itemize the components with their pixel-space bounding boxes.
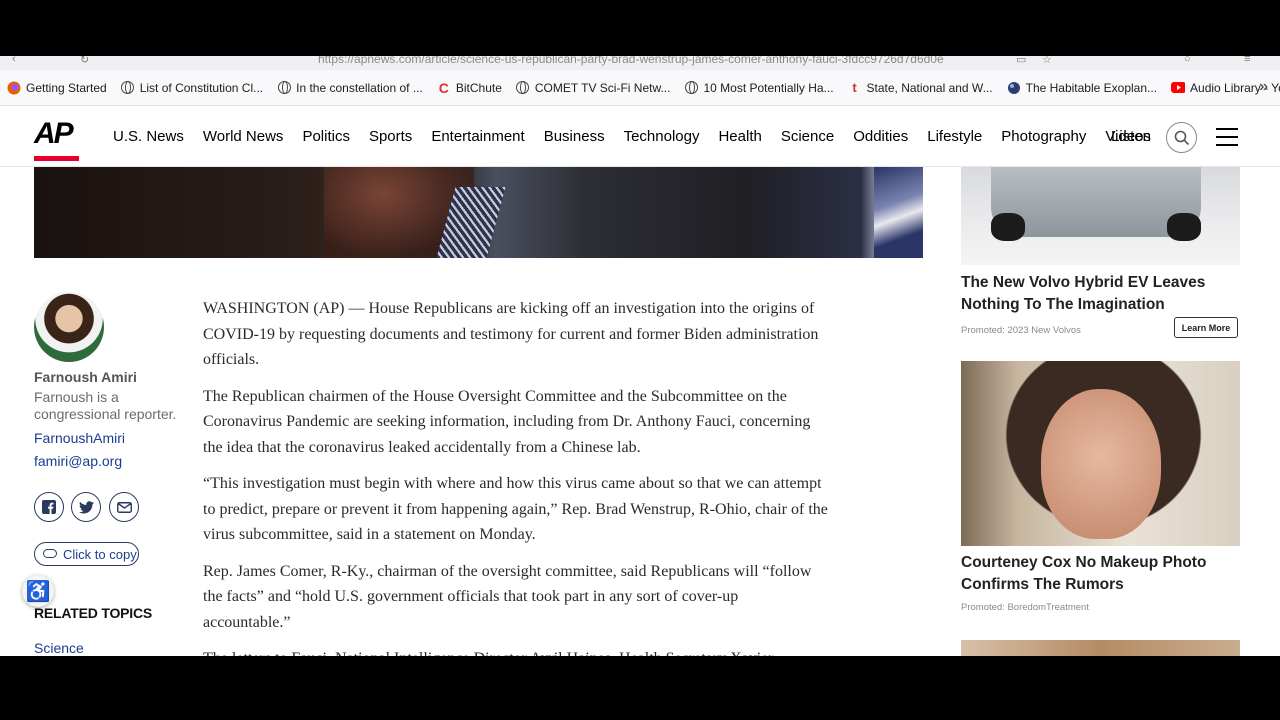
nav-health[interactable]: Health — [718, 128, 761, 145]
share-twitter-button[interactable] — [71, 492, 101, 522]
bookmark-getting-started[interactable]: Getting Started — [7, 81, 107, 95]
reload-icon[interactable]: ↻ — [80, 56, 89, 66]
ad-volvo-title[interactable]: The New Volvo Hybrid EV Leaves Nothing T… — [961, 272, 1231, 316]
article-paragraph: WASHINGTON (AP) — House Republicans are … — [203, 300, 819, 368]
copy-link-label: Click to copy — [63, 546, 137, 562]
globe-icon — [121, 81, 135, 95]
browser-viewport: ‹ ↻ https://apnews.com/article/science-u… — [0, 56, 1280, 656]
bookmark-constellation[interactable]: In the constellation of ... — [277, 81, 423, 95]
article-paragraph: The letters to Fauci, National Intellige… — [203, 646, 828, 656]
nav-us-news[interactable]: U.S. News — [113, 128, 184, 145]
site-header: AP U.S. News World News Politics Sports … — [0, 107, 1280, 167]
bookmark-state-national[interactable]: t State, National and W... — [848, 80, 993, 95]
nav-lifestyle[interactable]: Lifestyle — [927, 128, 982, 145]
nav-science[interactable]: Science — [781, 128, 834, 145]
nav-politics[interactable]: Politics — [302, 128, 350, 145]
hamburger-menu-icon[interactable] — [1216, 128, 1238, 146]
nav-business[interactable]: Business — [544, 128, 605, 145]
facebook-icon — [42, 500, 56, 514]
author-twitter-link[interactable]: FarnoushAmiri — [34, 430, 125, 446]
learn-more-button[interactable]: Learn More — [1174, 317, 1238, 338]
bookmark-constitution[interactable]: List of Constitution Cl... — [121, 81, 263, 95]
search-button[interactable] — [1166, 122, 1197, 153]
t-icon: t — [852, 80, 857, 95]
author-email-link[interactable]: famiri@ap.org — [34, 453, 122, 469]
author-name[interactable]: Farnoush Amiri — [34, 369, 137, 385]
copy-link-button[interactable]: Click to copy — [34, 542, 139, 566]
ad-volvo-promo[interactable]: Promoted: 2023 New Volvos — [961, 325, 1081, 336]
bitchute-icon: C — [438, 79, 449, 96]
bookmark-label: The Habitable Exoplan... — [1025, 80, 1158, 95]
bookmark-habitable[interactable]: The Habitable Exoplan... — [1007, 81, 1157, 95]
youtube-icon — [1171, 81, 1186, 95]
related-topic-science[interactable]: Science — [34, 640, 84, 656]
bookmark-10-most[interactable]: 10 Most Potentially Ha... — [684, 80, 834, 95]
globe-icon — [277, 81, 291, 95]
bookmark-label: List of Constitution Cl... — [139, 80, 264, 95]
logo-underline — [34, 156, 79, 161]
ad-volvo-image[interactable] — [961, 167, 1240, 265]
nav-entertainment[interactable]: Entertainment — [431, 128, 524, 145]
author-bio: Farnoush is a congressional reporter. — [34, 389, 177, 422]
share-facebook-button[interactable] — [34, 492, 64, 522]
logo-text: AP — [34, 117, 74, 150]
bookmark-label: BitChute — [455, 80, 502, 95]
ad-courteney-title[interactable]: Courteney Cox No Makeup Photo Confirms T… — [961, 552, 1231, 596]
bookmark-label: Getting Started — [26, 80, 107, 95]
twitter-icon — [78, 500, 94, 513]
more-bookmarks-icon[interactable]: » — [1259, 78, 1268, 96]
bookmark-comet-tv[interactable]: COMET TV Sci-Fi Netw... — [516, 80, 671, 95]
ad-courteney-image[interactable] — [961, 361, 1240, 546]
article-paragraph: “This investigation must begin with wher… — [203, 475, 828, 543]
bookmark-label: COMET TV Sci-Fi Netw... — [534, 80, 671, 95]
main-nav: U.S. News World News Politics Sports Ent… — [113, 128, 1170, 145]
ad-third-image[interactable] — [961, 640, 1240, 656]
bookmark-label: In the constellation of ... — [296, 80, 423, 95]
url-text[interactable]: https://apnews.com/article/science-us-re… — [318, 56, 944, 66]
ap-logo[interactable]: AP — [34, 119, 80, 161]
nav-world-news[interactable]: World News — [203, 128, 284, 145]
bookmark-star-icon[interactable]: ☆ — [1042, 56, 1052, 66]
article-paragraph: Rep. James Comer, R-Ky., chairman of the… — [203, 562, 812, 631]
listen-link[interactable]: Listen — [1111, 128, 1151, 145]
globe-icon — [516, 81, 530, 95]
article-hero-image — [34, 167, 923, 258]
email-icon — [116, 501, 132, 513]
link-icon — [43, 549, 57, 558]
planet-icon — [1007, 81, 1021, 95]
article-paragraph: The Republican chairmen of the House Ove… — [203, 387, 811, 456]
nav-photography[interactable]: Photography — [1001, 128, 1086, 145]
share-email-button[interactable] — [109, 492, 139, 522]
article-body: WASHINGTON (AP) — House Republicans are … — [203, 296, 828, 656]
back-icon[interactable]: ‹ — [12, 56, 16, 65]
bookmark-bitchute[interactable]: C BitChute — [437, 79, 502, 96]
author-avatar[interactable] — [34, 292, 104, 362]
address-bar[interactable]: ‹ ↻ https://apnews.com/article/science-u… — [0, 56, 1280, 70]
nav-sports[interactable]: Sports — [369, 128, 412, 145]
menu-icon[interactable]: ≡ — [1244, 56, 1250, 65]
search-icon — [1174, 130, 1190, 146]
bookmark-label: 10 Most Potentially Ha... — [703, 80, 834, 95]
reader-view-icon[interactable]: ▭ — [1016, 56, 1026, 66]
accessibility-icon[interactable]: ♿ — [22, 575, 54, 607]
ad-courteney-promo[interactable]: Promoted: BoredomTreatment — [961, 602, 1089, 613]
nav-technology[interactable]: Technology — [624, 128, 700, 145]
nav-oddities[interactable]: Oddities — [853, 128, 908, 145]
bookmarks-toolbar: Getting Started List of Constitution Cl.… — [0, 70, 1280, 106]
related-topics-heading: RELATED TOPICS — [34, 605, 153, 621]
firefox-icon — [7, 81, 21, 95]
globe-icon — [684, 81, 698, 95]
bookmark-label: State, National and W... — [866, 80, 993, 95]
account-icon[interactable]: ○ — [1184, 56, 1191, 65]
